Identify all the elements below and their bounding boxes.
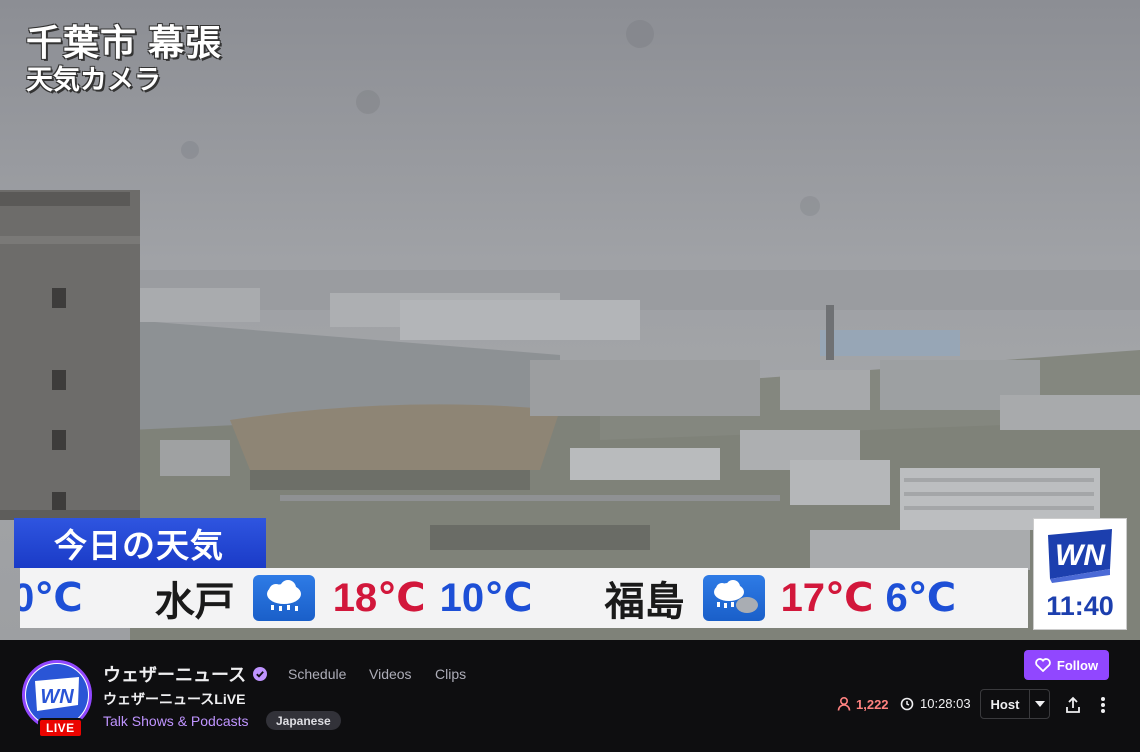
- weathernews-logo-clock: WN 11:40: [1033, 518, 1127, 630]
- clock-icon: [900, 697, 914, 710]
- weathernews-logo-icon: WN: [35, 677, 79, 711]
- stream-uptime: 10:28:03: [900, 696, 971, 711]
- viewer-count: 1,222: [836, 696, 889, 712]
- more-options-button[interactable]: [1094, 694, 1112, 716]
- stream-title: ウェザーニュースLiVE: [103, 691, 246, 707]
- language-tag[interactable]: Japanese: [266, 711, 341, 730]
- rain-icon: [252, 575, 315, 621]
- nav-videos[interactable]: Videos: [369, 666, 412, 682]
- nav-clips[interactable]: Clips: [435, 666, 466, 682]
- heart-icon: [1035, 658, 1051, 672]
- camera-location-subtitle: 天気カメラ: [26, 65, 161, 95]
- broadcast-clock: 11:40: [1046, 591, 1114, 621]
- channel-name[interactable]: ウェザーニュース: [103, 661, 246, 687]
- follow-button[interactable]: Follow: [1024, 650, 1109, 680]
- more-vertical-icon: [1101, 697, 1105, 713]
- ticker-city: 水戸: [154, 580, 235, 624]
- stream-page: 千葉市 幕張 天気カメラ 今日の天気 0℃ 水戸 18℃ 10℃ 福島 17℃ …: [0, 0, 1140, 752]
- chevron-down-icon[interactable]: [1030, 701, 1049, 707]
- category-link[interactable]: Talk Shows & Podcasts: [103, 713, 249, 729]
- svg-text:WN: WN: [40, 686, 74, 708]
- viewer-icon: [837, 696, 851, 711]
- weathernews-logo: WN: [1048, 529, 1112, 583]
- verified-icon: [253, 667, 267, 681]
- ticker-high-temp: 18℃: [332, 576, 426, 620]
- viewer-count-value: 1,222: [856, 696, 889, 712]
- live-badge: LIVE: [38, 718, 83, 738]
- rain-cloud-icon: [702, 575, 765, 621]
- channel-info-bar: WN LIVE ウェザーニュース Schedule Videos Clips ウ…: [0, 640, 1140, 752]
- share-button[interactable]: [1062, 694, 1084, 716]
- follow-label: Follow: [1056, 657, 1099, 673]
- video-player[interactable]: 千葉市 幕張 天気カメラ 今日の天気 0℃ 水戸 18℃ 10℃ 福島 17℃ …: [0, 0, 1140, 640]
- uptime-value: 10:28:03: [920, 696, 971, 711]
- ticker-city: 福島: [604, 580, 685, 624]
- ticker-low-temp: 6℃: [885, 576, 957, 620]
- nav-schedule[interactable]: Schedule: [288, 666, 346, 682]
- share-icon: [1066, 696, 1080, 713]
- ticker-high-temp: 17℃: [780, 576, 874, 620]
- svg-text:WN: WN: [1055, 539, 1106, 572]
- weather-ticker: 0℃ 水戸 18℃ 10℃ 福島 17℃ 6℃: [20, 568, 1028, 628]
- ticker-low-temp: 10℃: [439, 576, 533, 620]
- today-weather-label: 今日の天気: [14, 518, 266, 568]
- ticker-low-temp: 0℃: [20, 576, 83, 620]
- host-button[interactable]: Host: [980, 689, 1050, 719]
- host-label: Host: [990, 696, 1020, 712]
